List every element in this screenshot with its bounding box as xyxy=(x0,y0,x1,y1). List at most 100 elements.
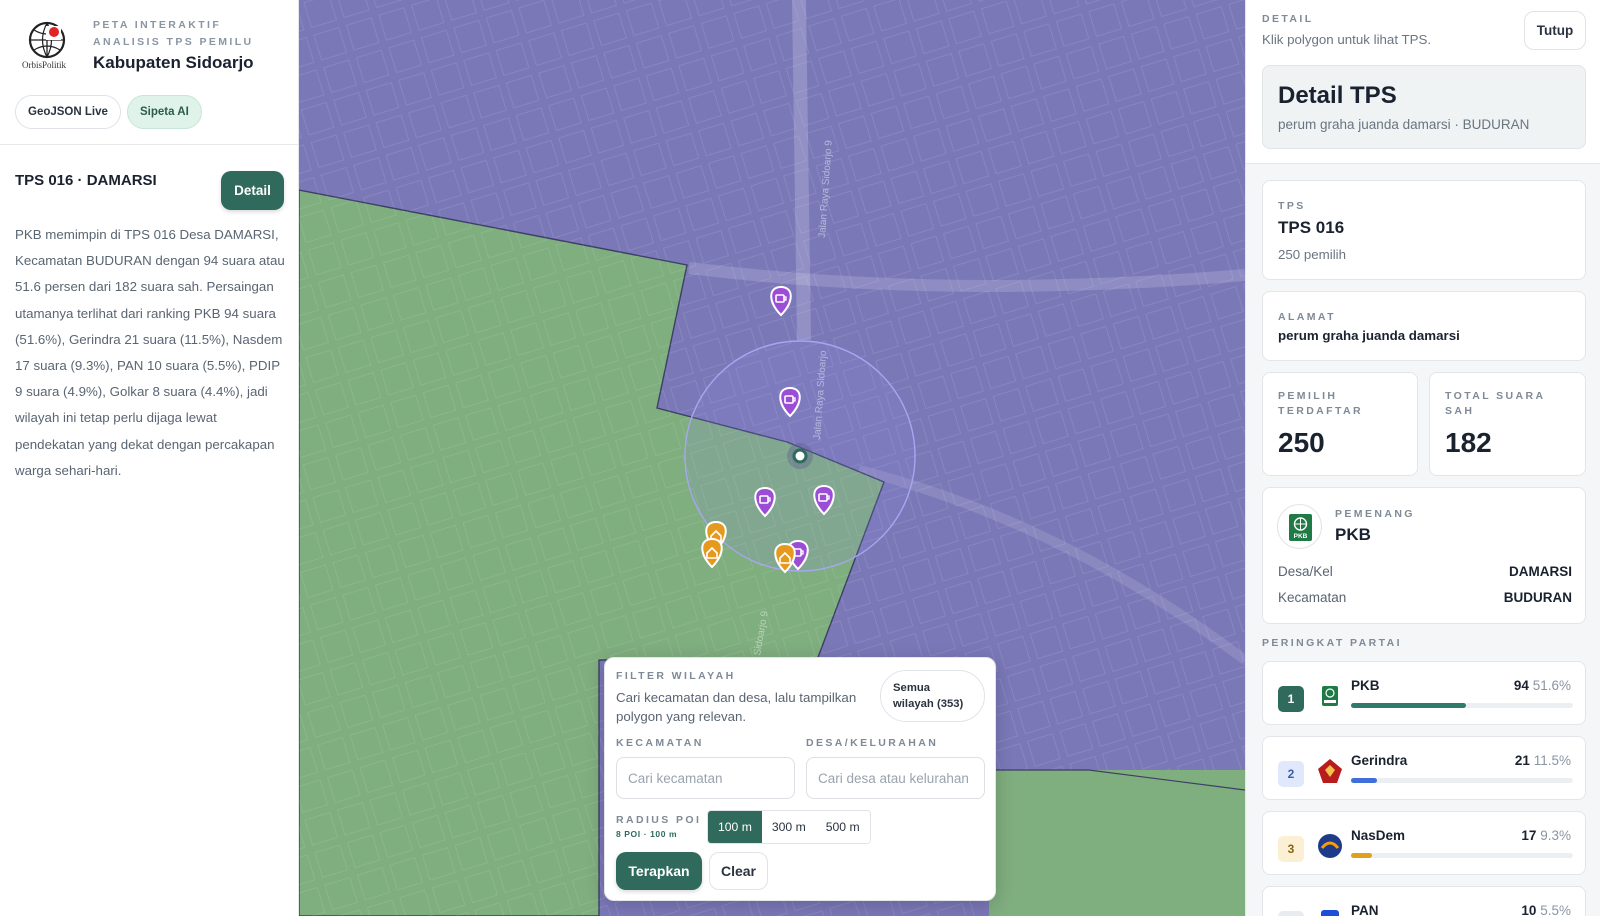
filter-kicker: FILTER WILAYAH xyxy=(616,670,736,682)
valid-votes-kicker-line-2: SAH xyxy=(1445,405,1475,417)
rank-bar-fill xyxy=(1351,853,1372,858)
pkb-logo-icon xyxy=(1316,682,1344,710)
rank-bar-track xyxy=(1351,778,1573,783)
rank-row[interactable]: 1 PKB 94 51.6% xyxy=(1262,661,1586,725)
rank-row[interactable]: 2 Gerindra 21 11.5% xyxy=(1262,736,1586,800)
rank-vote-count: 21 xyxy=(1514,753,1530,768)
rank-number: 1 xyxy=(1278,686,1304,712)
winner-party: PKB xyxy=(1335,525,1371,544)
desa-label: DESA/KELURAHAN xyxy=(806,737,939,749)
app-kicker: PETA INTERAKTIF ANALISIS TPS PEMILU xyxy=(93,17,254,51)
detail-hero: Detail TPS perum graha juanda damarsi · … xyxy=(1262,65,1586,149)
radius-selector: 100 m 300 m 500 m xyxy=(707,810,871,844)
tps-voter-count: 250 pemilih xyxy=(1278,247,1347,262)
registered-voters-card: PEMILIH TERDAFTAR 250 xyxy=(1262,372,1418,476)
pan-logo-icon xyxy=(1316,907,1344,916)
filter-card: FILTER WILAYAH Cari kecamatan dan desa, … xyxy=(604,657,996,901)
rank-bar-track xyxy=(1351,703,1573,708)
all-regions-line-2: wilayah (353) xyxy=(893,698,964,710)
address-value: perum graha juanda damarsi xyxy=(1278,328,1460,343)
rank-bar-fill xyxy=(1351,703,1466,708)
close-button[interactable]: Tutup xyxy=(1524,11,1586,50)
rank-party: NasDem xyxy=(1351,828,1406,843)
detail-header: DETAIL Klik polygon untuk lihat TPS. Tut… xyxy=(1246,0,1600,164)
tps-center-marker[interactable] xyxy=(792,448,808,464)
rank-row[interactable]: 4 PAN 10 5.5% xyxy=(1262,886,1586,916)
detail-hero-subtitle: perum graha juanda damarsi · BUDURAN xyxy=(1278,117,1530,132)
kecamatan-value: BUDURAN xyxy=(1503,590,1572,605)
clear-button[interactable]: Clear xyxy=(709,852,768,890)
detail-hint: Klik polygon untuk lihat TPS. xyxy=(1262,32,1432,47)
detail-panel: DETAIL Klik polygon untuk lihat TPS. Tut… xyxy=(1245,0,1600,916)
brand-header: OrbisPolitik PETA INTERAKTIF ANALISIS TP… xyxy=(0,0,298,145)
tps-value: TPS 016 xyxy=(1278,218,1345,237)
kicker-line-1: PETA INTERAKTIF xyxy=(93,19,222,31)
road-vertical xyxy=(792,0,811,341)
detail-button[interactable]: Detail xyxy=(221,171,284,210)
all-regions-button[interactable]: Semua wilayah (353) xyxy=(880,670,985,722)
sipeta-ai-chip[interactable]: Sipeta AI xyxy=(127,95,202,129)
tps-kicker: TPS xyxy=(1278,200,1306,212)
kicker-line-2: ANALISIS TPS PEMILU xyxy=(93,36,254,48)
geojson-live-chip[interactable]: GeoJSON Live xyxy=(15,95,121,129)
tps-summary: PKB memimpin di TPS 016 Desa DAMARSI, Ke… xyxy=(15,227,285,478)
radius-500-button[interactable]: 500 m xyxy=(815,811,870,843)
registered-voters-value: 250 xyxy=(1278,427,1325,458)
kecamatan-label: KECAMATAN xyxy=(616,737,704,749)
desa-key: Desa/Kel xyxy=(1278,564,1333,579)
valid-votes-value: 182 xyxy=(1445,427,1492,458)
rank-party: PAN xyxy=(1351,903,1379,916)
all-regions-line-1: Semua xyxy=(893,681,931,694)
winner-kicker: PEMENANG xyxy=(1335,508,1415,520)
neighbor-polygon[interactable] xyxy=(989,770,1245,916)
registered-voters-kicker: PEMILIH TERDAFTAR xyxy=(1278,389,1363,419)
rank-bar-fill xyxy=(1351,778,1377,783)
address-card: ALAMAT perum graha juanda damarsi xyxy=(1262,291,1586,361)
rank-percent: 5.5% xyxy=(1540,903,1571,916)
kecamatan-row: Kecamatan BUDURAN xyxy=(1278,590,1572,605)
registered-voters-kicker-line-1: PEMILIH xyxy=(1278,390,1338,402)
detail-kicker: DETAIL xyxy=(1262,13,1314,25)
left-panel: OrbisPolitik PETA INTERAKTIF ANALISIS TP… xyxy=(0,0,299,916)
tps-card: TPS TPS 016 250 pemilih xyxy=(1262,180,1586,280)
valid-votes-kicker: TOTAL SUARA SAH xyxy=(1445,389,1546,419)
rank-party: PKB xyxy=(1351,678,1380,693)
rank-votes: 94 51.6% xyxy=(1514,678,1571,693)
rank-votes: 17 9.3% xyxy=(1521,828,1571,843)
kecamatan-search-input[interactable] xyxy=(616,757,795,799)
rank-vote-count: 94 xyxy=(1513,678,1529,693)
desa-search-input[interactable] xyxy=(806,757,985,799)
rank-row[interactable]: 3 NasDem 17 9.3% xyxy=(1262,811,1586,875)
valid-votes-kicker-line-1: TOTAL SUARA xyxy=(1445,390,1546,402)
winner-card: PKB PEMENANG PKB Desa/Kel DAMARSI Kecama… xyxy=(1262,487,1586,624)
pkb-logo-text: PKB xyxy=(1294,533,1308,540)
tps-title: TPS 016 · DAMARSI xyxy=(15,172,157,189)
rank-percent: 11.5% xyxy=(1533,753,1571,768)
detail-hero-title: Detail TPS xyxy=(1278,82,1397,109)
desa-value: DAMARSI xyxy=(1509,564,1572,579)
desa-row: Desa/Kel DAMARSI xyxy=(1278,564,1572,579)
gerindra-logo-icon xyxy=(1316,757,1344,785)
rank-number: 2 xyxy=(1278,761,1304,787)
rank-party: Gerindra xyxy=(1351,753,1408,768)
radius-label: RADIUS POI xyxy=(616,814,702,826)
radius-300-button[interactable]: 300 m xyxy=(761,811,816,843)
logo-wordmark: OrbisPolitik xyxy=(22,60,67,70)
nasdem-logo-icon xyxy=(1316,832,1344,860)
radius-poi-count: 8 POI · 100 m xyxy=(616,829,678,839)
rank-bar-track xyxy=(1351,853,1573,858)
rank-percent: 9.3% xyxy=(1540,828,1571,843)
filter-description: Cari kecamatan dan desa, lalu tampilkan … xyxy=(616,690,857,724)
ranking-kicker: PERINGKAT PARTAI xyxy=(1262,637,1402,649)
pkb-logo-icon: PKB xyxy=(1277,504,1322,549)
radius-100-button[interactable]: 100 m xyxy=(708,811,762,843)
rank-percent: 51.6% xyxy=(1532,678,1571,693)
rank-number: 4 xyxy=(1278,911,1304,916)
address-kicker: ALAMAT xyxy=(1278,311,1336,323)
kecamatan-key: Kecamatan xyxy=(1278,590,1347,605)
rank-votes: 10 5.5% xyxy=(1521,903,1571,916)
apply-button[interactable]: Terapkan xyxy=(616,852,702,890)
rank-vote-count: 10 xyxy=(1521,903,1537,916)
rank-vote-count: 17 xyxy=(1521,828,1537,843)
valid-votes-card: TOTAL SUARA SAH 182 xyxy=(1429,372,1586,476)
